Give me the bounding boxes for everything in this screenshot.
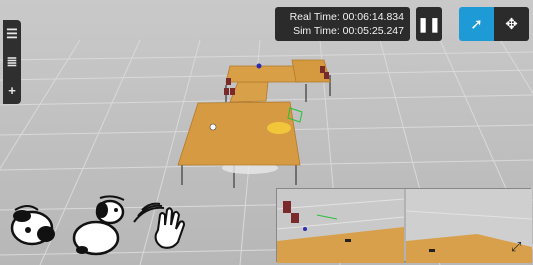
dog-head-icon[interactable] xyxy=(10,205,55,246)
expand-glyph: ⤢ xyxy=(511,239,522,254)
dog-body-icon[interactable] xyxy=(72,195,125,256)
hand-wave-icon[interactable] xyxy=(133,202,186,249)
camera-preview-panel: ⤢ xyxy=(276,188,532,263)
3d-viewport[interactable]: ☰ ≣ + Real Time: 00:06:14.834 Sim Time: … xyxy=(0,0,533,265)
pause-button[interactable]: ❚❚ xyxy=(416,7,442,41)
plus-icon: + xyxy=(8,82,16,98)
pause-icon: ❚❚ xyxy=(417,15,441,32)
menu-icon: ☰ xyxy=(6,26,18,41)
interaction-mode-group: ➚ ✥ xyxy=(459,7,529,41)
left-toolbar: ☰ ≣ + xyxy=(3,20,21,104)
cursor-arrow-icon: ➚ xyxy=(470,16,483,33)
translate-mode-button[interactable]: ✥ xyxy=(494,7,529,41)
menu-button[interactable]: ☰ xyxy=(3,20,21,48)
select-mode-button[interactable]: ➚ xyxy=(459,7,494,41)
camera-view-left xyxy=(277,189,405,263)
move-arrows-icon: ✥ xyxy=(505,16,518,33)
time-panel: Real Time: 00:06:14.834 Sim Time: 00:05:… xyxy=(275,7,410,41)
sim-time-label: Sim Time: 00:05:25.247 xyxy=(293,25,404,37)
layers-icon: ≣ xyxy=(6,54,18,69)
bottom-icons xyxy=(0,190,200,260)
layers-button[interactable]: ≣ xyxy=(3,48,21,76)
add-button[interactable]: + xyxy=(3,76,21,104)
real-time-label: Real Time: 00:06:14.834 xyxy=(289,11,404,23)
expand-icon[interactable]: ⤢ xyxy=(511,239,529,257)
